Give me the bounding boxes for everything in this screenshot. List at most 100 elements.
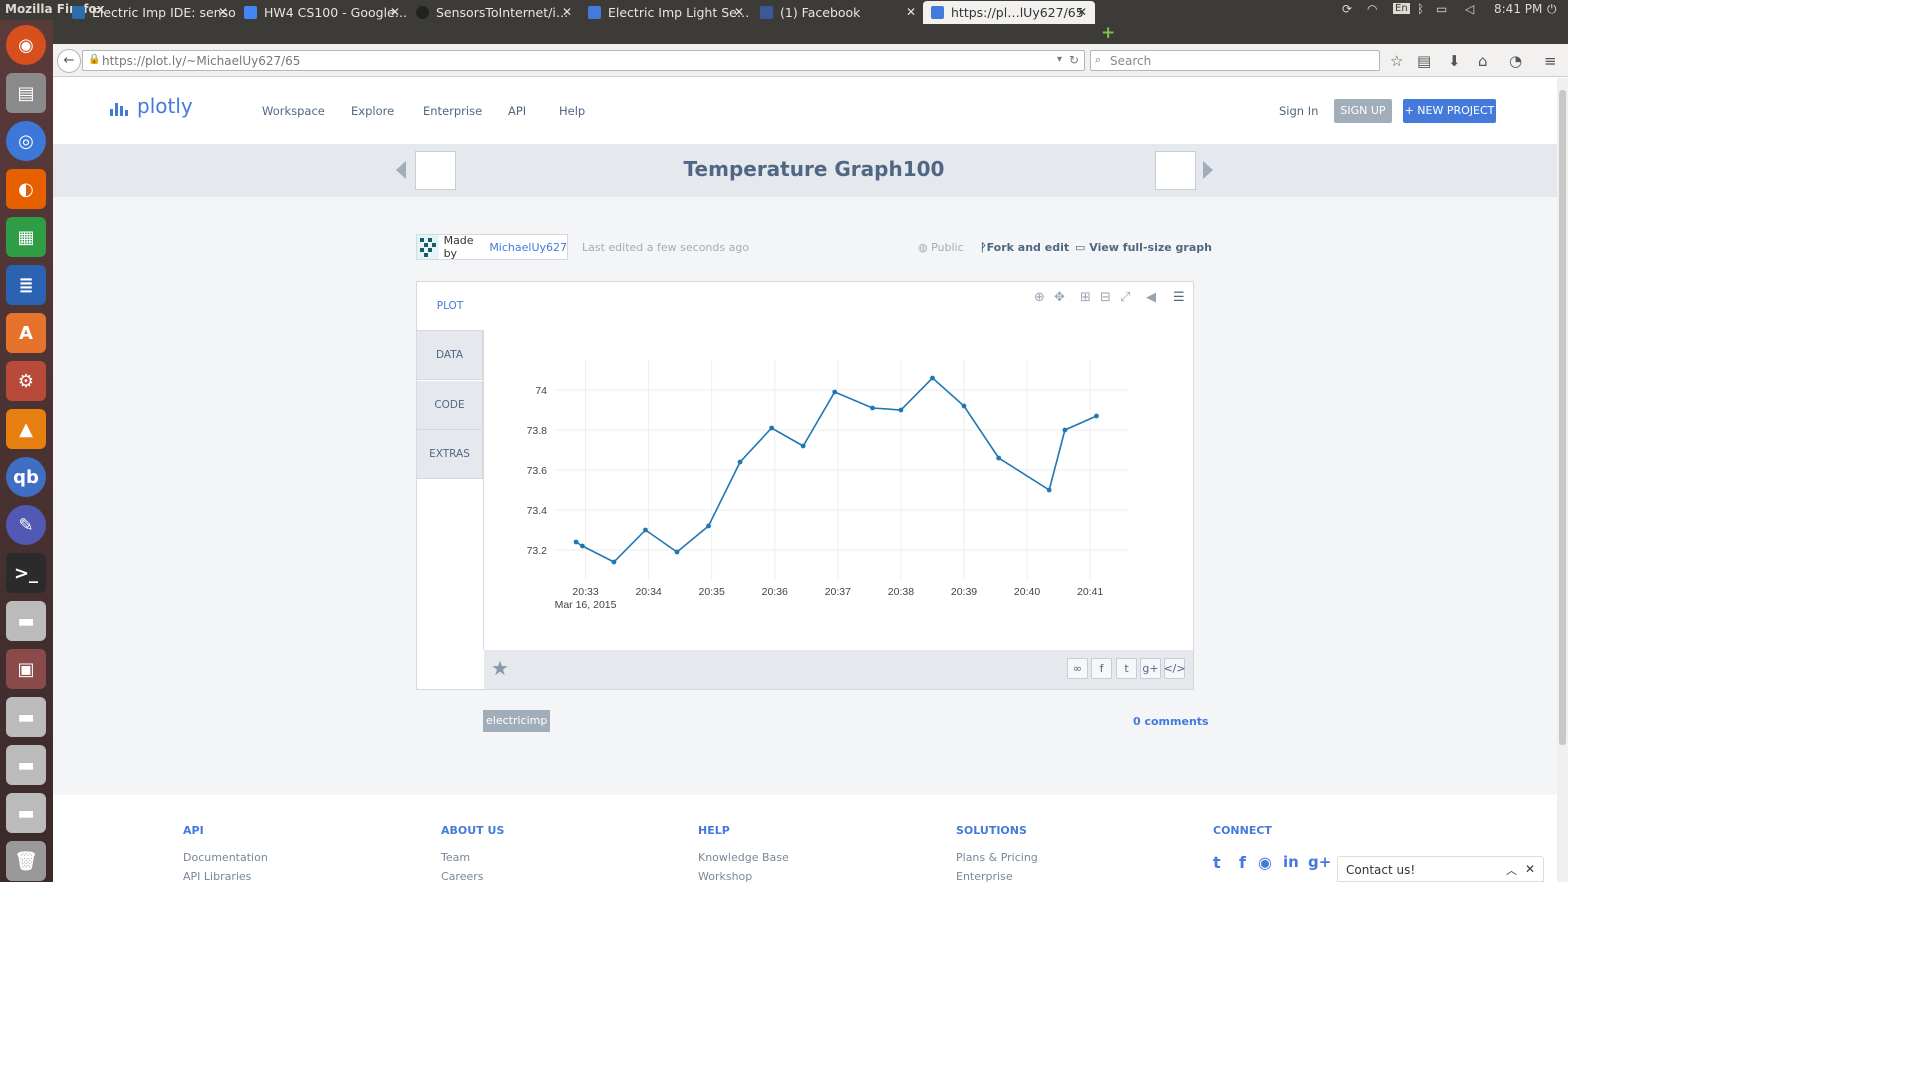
drive-icon[interactable]: ▬ <box>6 793 46 833</box>
terminal-icon[interactable]: >_ <box>6 553 46 593</box>
dropdown-icon[interactable]: ▾ <box>1057 54 1062 65</box>
plotly-logo[interactable]: plotly <box>110 96 193 116</box>
facebook-icon[interactable]: f <box>1239 853 1246 872</box>
hover-closest-icon[interactable]: ◀ <box>1146 290 1156 305</box>
tab[interactable]: (1) Facebook ✕ <box>752 1 924 24</box>
temperature-chart[interactable]: 20:33 20:34 20:35 20:36 20:37 20:38 20:39 20:40… <box>484 330 1193 650</box>
tag-badge[interactable]: electricimp <box>483 710 551 732</box>
url-bar[interactable]: 🔒 https://plot.ly/~MichaelUy627/65 ▾ ↻ <box>82 50 1085 71</box>
bookmark-star-icon[interactable]: ☆ <box>1390 52 1403 70</box>
nav-api[interactable]: API <box>508 104 526 118</box>
nav-explore[interactable]: Explore <box>351 104 394 118</box>
trash-icon[interactable]: 🗑 <box>6 841 46 881</box>
tab[interactable]: Electric Imp IDE: sensor…✕ <box>64 1 236 24</box>
software-center-icon[interactable]: A <box>6 313 46 353</box>
download-icon[interactable]: ⬇ <box>1448 52 1461 70</box>
tab-extras[interactable]: EXTRAS <box>417 430 483 479</box>
sign-up-button[interactable]: SIGN UP <box>1334 99 1392 123</box>
nav-help[interactable]: Help <box>559 104 585 118</box>
zoom-in-icon[interactable]: ⊞ <box>1080 290 1091 305</box>
footer-link-plans-pricing[interactable]: Plans & Pricing <box>956 851 1038 864</box>
autoscale-icon[interactable]: ⤢ <box>1120 290 1130 305</box>
firefox-icon[interactable]: ◐ <box>6 169 46 209</box>
next-graph-icon[interactable] <box>1203 161 1213 179</box>
scrollbar-thumb[interactable] <box>1559 90 1566 745</box>
drive-icon[interactable]: ▬ <box>6 601 46 641</box>
chat-icon[interactable]: ◔ <box>1509 52 1522 70</box>
workspace-switcher-icon[interactable]: ▣ <box>6 649 46 689</box>
nav-workspace[interactable]: Workspace <box>262 104 325 118</box>
google-plus-share-icon[interactable]: g+ <box>1140 658 1161 679</box>
tab[interactable]: HW4 CS100 - Google… ✕ <box>236 1 408 24</box>
comments-link[interactable]: 0 comments <box>1133 715 1209 728</box>
home-icon[interactable]: ⌂ <box>1478 52 1488 70</box>
bluetooth-icon[interactable]: ᛒ <box>1417 2 1424 16</box>
sign-in-link[interactable]: Sign In <box>1279 104 1318 118</box>
volume-icon[interactable]: ◁ <box>1465 2 1474 16</box>
ubuntu-dash-icon[interactable]: ◉ <box>6 25 46 65</box>
expand-icon[interactable]: ︿ <box>1506 862 1517 878</box>
clock[interactable]: 8:41 PM <box>1494 2 1542 16</box>
files-icon[interactable]: ▤ <box>6 73 46 113</box>
spreadsheet-icon[interactable]: ▦ <box>6 217 46 257</box>
embed-code-icon[interactable]: </> <box>1163 658 1186 679</box>
nav-enterprise[interactable]: Enterprise <box>423 104 482 118</box>
facebook-share-icon[interactable]: f <box>1091 658 1112 679</box>
pan-icon[interactable]: ✥ <box>1054 290 1065 305</box>
footer-link-api-libraries[interactable]: API Libraries <box>183 870 251 883</box>
view-full-size-link[interactable]: ▭ View full-size graph <box>1075 241 1212 254</box>
close-icon[interactable]: ✕ <box>218 5 228 19</box>
reading-list-icon[interactable]: ▤ <box>1417 52 1431 70</box>
hover-compare-icon[interactable]: ☰ <box>1173 290 1185 305</box>
new-project-button[interactable]: + NEW PROJECT <box>1403 99 1496 123</box>
close-icon[interactable]: ✕ <box>734 5 744 19</box>
writer-icon[interactable]: ≣ <box>6 265 46 305</box>
menu-icon[interactable]: ≡ <box>1544 52 1557 70</box>
close-icon[interactable]: ✕ <box>562 5 572 19</box>
chromium-icon[interactable]: ◎ <box>6 121 46 161</box>
wifi-icon[interactable]: ◠ <box>1367 2 1377 16</box>
tab[interactable]: Electric Imp Light Se… ✕ <box>580 1 752 24</box>
reload-icon[interactable]: ↻ <box>1069 53 1079 67</box>
footer-link-team[interactable]: Team <box>441 851 470 864</box>
battery-icon[interactable]: ▭ <box>1436 2 1447 16</box>
close-icon[interactable]: ✕ <box>906 5 916 19</box>
author-link[interactable]: MichaelUy627 <box>489 241 567 254</box>
star-icon[interactable]: ★ <box>491 656 509 680</box>
close-icon[interactable]: ✕ <box>1525 862 1535 876</box>
tab[interactable]: SensorsToInternet/i… ✕ <box>408 1 580 24</box>
tab-code[interactable]: CODE <box>417 381 483 430</box>
vlc-icon[interactable]: ▲ <box>6 409 46 449</box>
twitter-icon[interactable]: t <box>1213 853 1221 872</box>
fork-and-edit-link[interactable]: ᚹFork and edit <box>980 241 1069 254</box>
github-icon[interactable]: ◉ <box>1258 853 1272 872</box>
tab-active[interactable]: https://pl…lUy627/65 ✕ <box>923 1 1095 24</box>
new-tab-icon[interactable]: + <box>1101 23 1115 43</box>
contact-widget[interactable]: Contact us! ︿ ✕ <box>1337 856 1544 882</box>
linkedin-icon[interactable]: in <box>1283 853 1299 871</box>
footer-link-enterprise[interactable]: Enterprise <box>956 870 1013 883</box>
qbittorrent-icon[interactable]: qb <box>6 457 46 497</box>
drive-icon[interactable]: ▬ <box>6 745 46 785</box>
share-link-icon[interactable]: ∞ <box>1067 658 1088 679</box>
twitter-share-icon[interactable]: t <box>1116 658 1137 679</box>
footer-link-knowledge-base[interactable]: Knowledge Base <box>698 851 789 864</box>
sync-icon[interactable]: ⟳ <box>1342 2 1352 16</box>
tab-data[interactable]: DATA <box>417 331 483 380</box>
settings-icon[interactable]: ⚙ <box>6 361 46 401</box>
footer-link-workshop[interactable]: Workshop <box>698 870 752 883</box>
drive-icon[interactable]: ▬ <box>6 697 46 737</box>
close-icon[interactable]: ✕ <box>1077 5 1087 19</box>
zoom-icon[interactable]: ⊕ <box>1034 290 1045 305</box>
search-input[interactable]: ⌕ Search <box>1090 50 1380 71</box>
google-plus-icon[interactable]: g+ <box>1308 853 1331 871</box>
footer-link-documentation[interactable]: Documentation <box>183 851 268 864</box>
next-graph-thumbnail[interactable] <box>1155 151 1196 190</box>
power-icon[interactable]: ⏻ <box>1547 2 1557 17</box>
back-button[interactable]: ← <box>57 49 81 73</box>
zoom-out-icon[interactable]: ⊟ <box>1100 290 1111 305</box>
tab-plot[interactable]: PLOT <box>417 282 483 331</box>
keyboard-indicator[interactable]: En <box>1393 3 1410 14</box>
author-badge[interactable]: Made by MichaelUy627 <box>416 234 568 260</box>
footer-link-careers[interactable]: Careers <box>441 870 484 883</box>
